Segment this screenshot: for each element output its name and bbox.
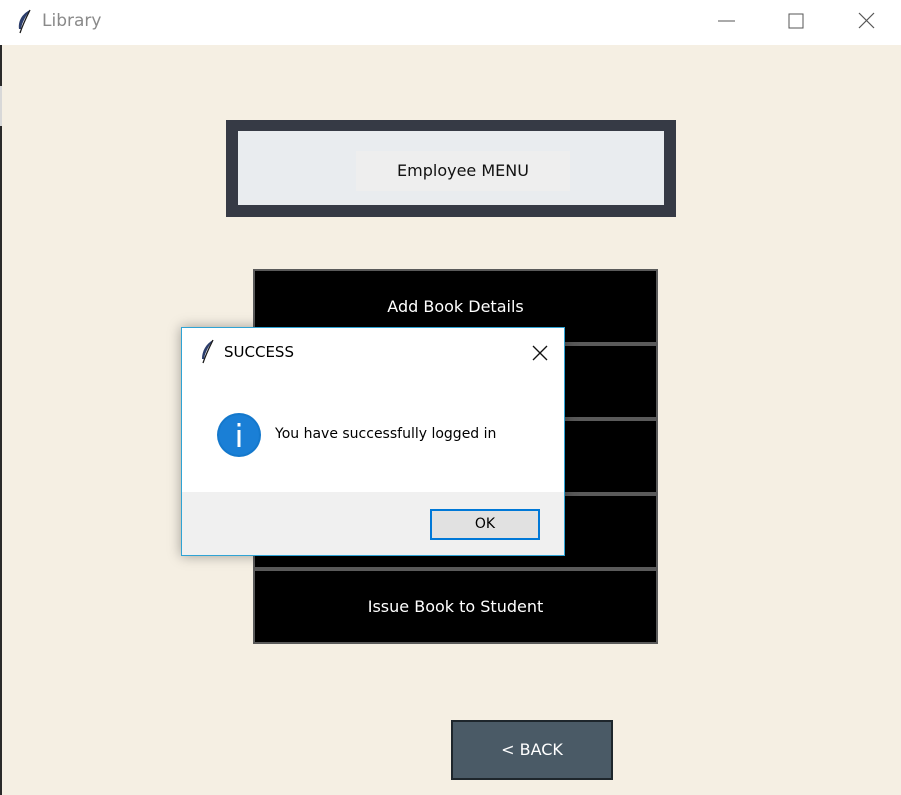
- close-icon: [532, 345, 548, 361]
- maximize-icon: [788, 13, 804, 29]
- menu-heading: Employee MENU: [356, 151, 570, 191]
- dialog-message: You have successfully logged in: [275, 426, 497, 442]
- feather-icon: [15, 9, 33, 35]
- ok-button[interactable]: OK: [430, 509, 540, 540]
- dialog-title: SUCCESS: [224, 343, 294, 361]
- library-window: Library Employee MENU Add Book Details I…: [0, 0, 901, 795]
- title-bar: Library: [0, 0, 901, 45]
- window-left-edge-highlight: [0, 86, 2, 126]
- window-title: Library: [42, 11, 102, 31]
- feather-icon: [199, 339, 215, 365]
- minimize-icon: [718, 20, 735, 22]
- dialog-close-button[interactable]: [522, 338, 558, 368]
- menu-header-inner: Employee MENU: [238, 131, 664, 205]
- info-icon: [215, 411, 263, 459]
- menu-header-frame: Employee MENU: [226, 120, 676, 217]
- issue-book-button[interactable]: Issue Book to Student: [253, 569, 658, 644]
- success-dialog: SUCCESS You have successfully logged in …: [181, 327, 565, 556]
- back-button[interactable]: < BACK: [451, 720, 613, 780]
- minimize-button[interactable]: [698, 0, 754, 45]
- close-button[interactable]: [838, 0, 894, 45]
- dialog-footer: OK: [182, 492, 564, 555]
- maximize-button[interactable]: [768, 0, 824, 45]
- close-icon: [858, 12, 875, 29]
- window-left-edge: [0, 45, 2, 795]
